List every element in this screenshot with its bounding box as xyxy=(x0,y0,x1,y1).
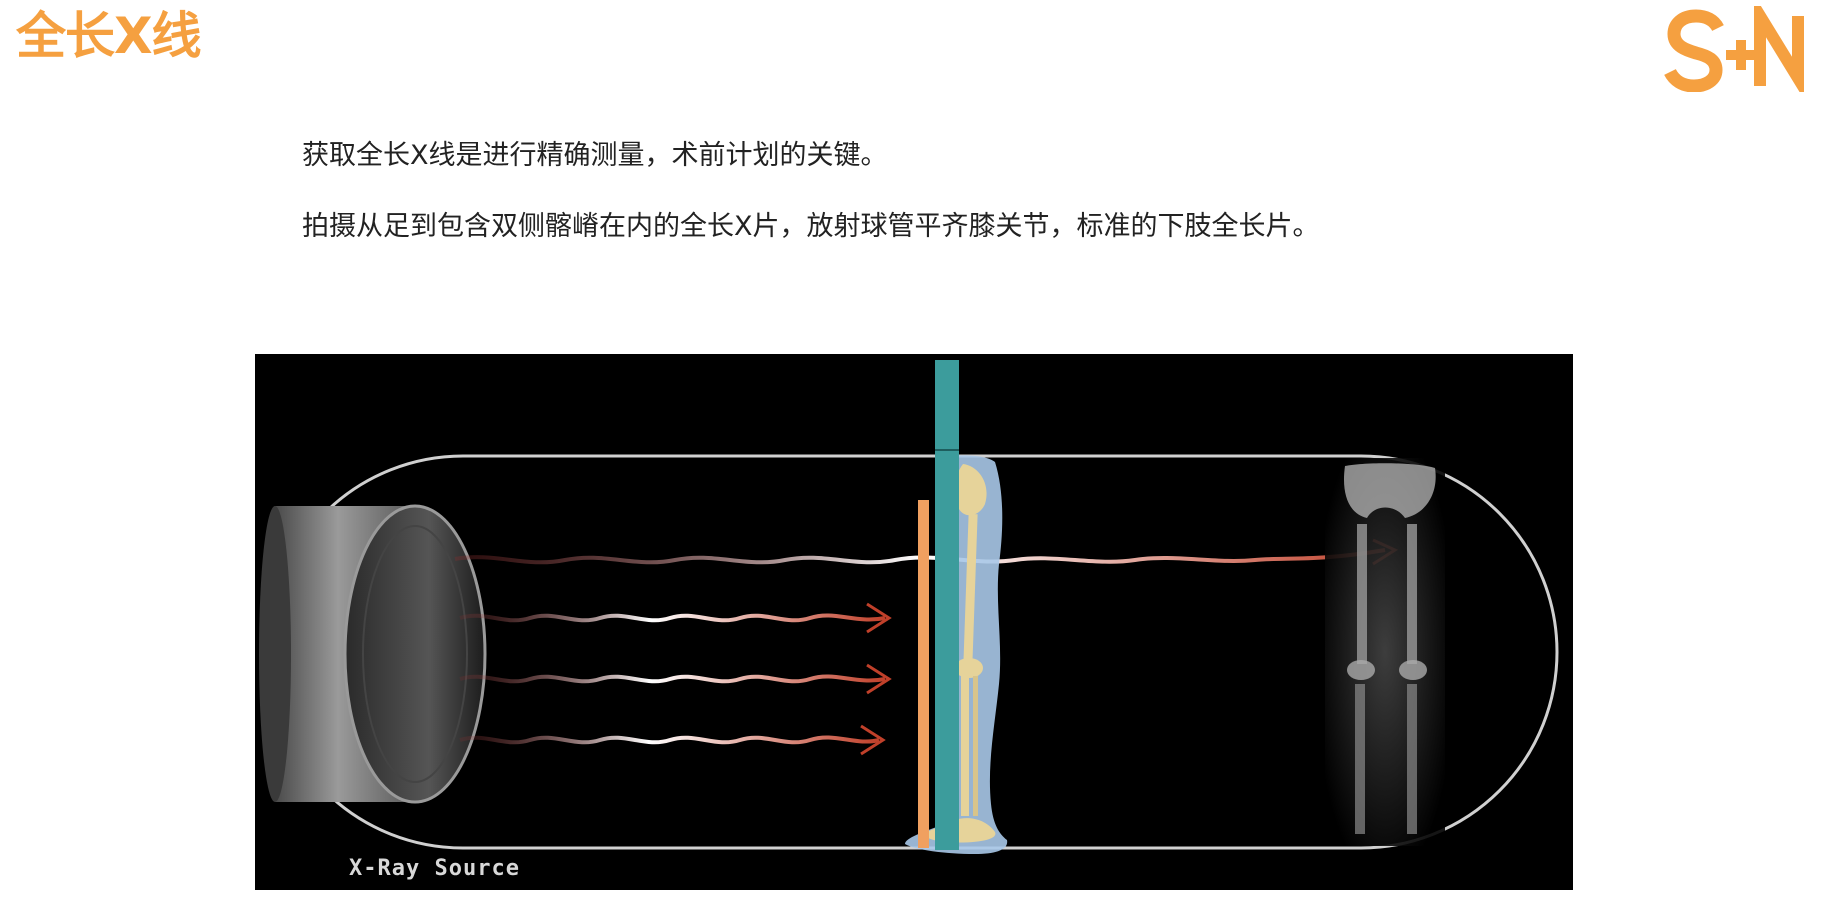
xray-wave-1 xyxy=(459,602,892,634)
xray-wave-3 xyxy=(459,724,886,756)
xray-film-icon xyxy=(1325,458,1445,846)
detector-plate xyxy=(935,360,959,850)
xray-source-icon xyxy=(259,504,487,804)
xray-illustration-svg xyxy=(259,360,1559,854)
slide-title: 全长X线 xyxy=(16,7,202,65)
smith-nephew-logo xyxy=(1664,6,1804,92)
paragraph-1: 获取全长X线是进行精确测量，术前计划的关键。 xyxy=(302,140,888,171)
paragraph-2: 拍摄从足到包含双侧髂嵴在内的全长X片，放射球管平齐膝关节，标准的下肢全长片。 xyxy=(302,211,1320,242)
figure-caption: X-Ray Source xyxy=(349,856,520,881)
orange-ruler-bar xyxy=(918,500,929,848)
xray-illustration: X-Ray Source xyxy=(255,354,1573,890)
xray-wave-2 xyxy=(459,663,892,695)
